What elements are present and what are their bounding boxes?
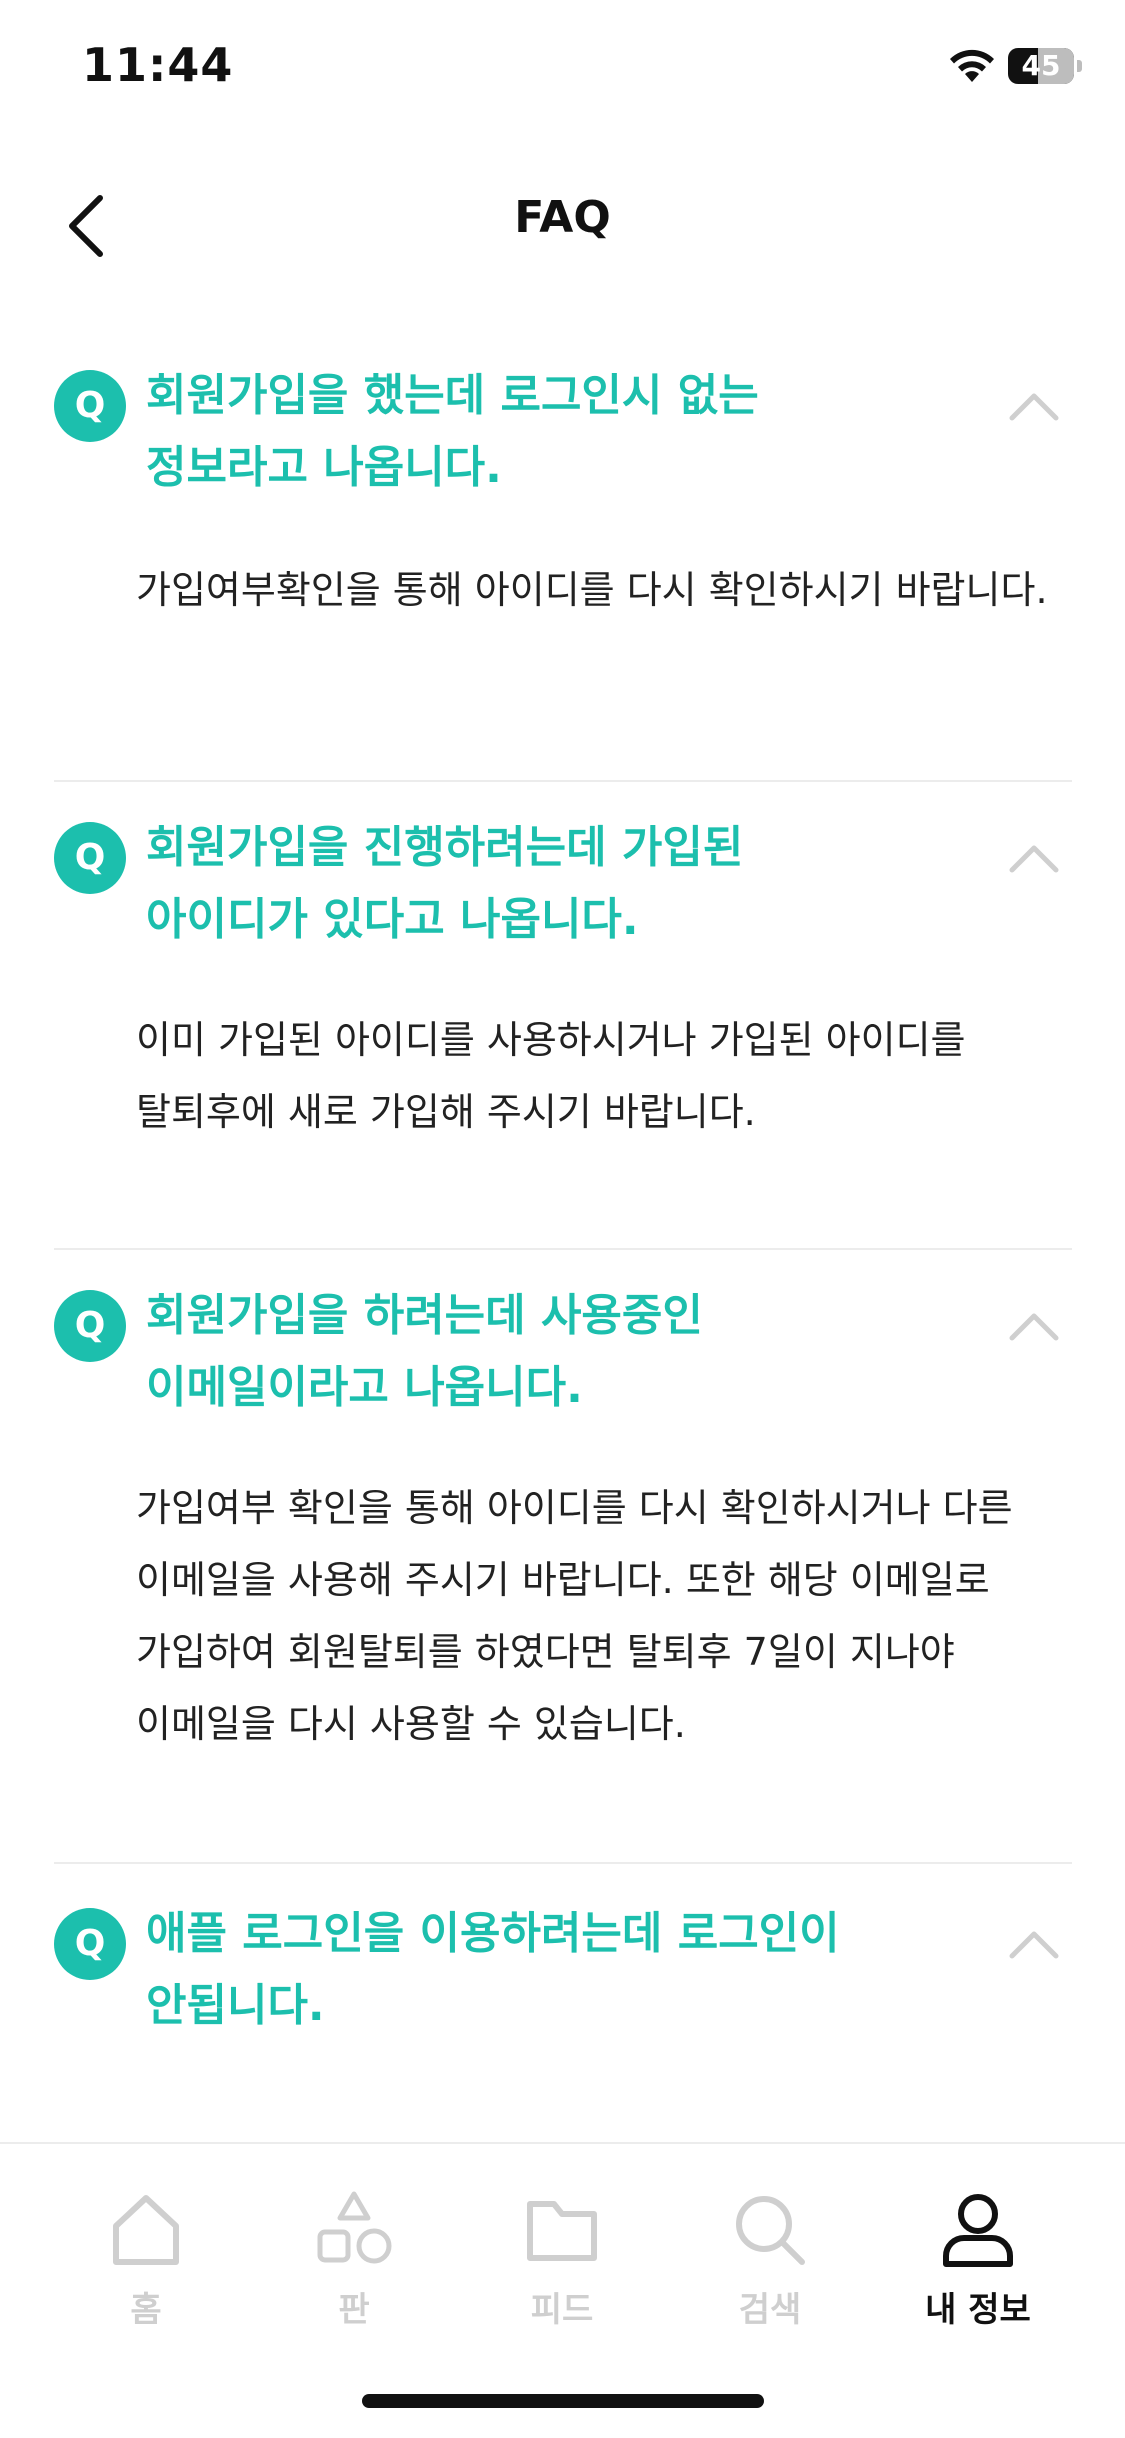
header: FAQ bbox=[0, 170, 1125, 280]
faq-answer: 가입여부확인을 통해 아이디를 다시 확인하시기 바랍니다. bbox=[136, 568, 1048, 612]
home-icon bbox=[113, 2195, 179, 2265]
nav-item-feed[interactable]: 피드 bbox=[482, 2188, 642, 2331]
faq-question-row[interactable]: Q 회원가입을 진행하려는데 가입된 아이디가 있다고 나옵니다. bbox=[54, 812, 1072, 956]
faq-item: Q 회원가입을 하려는데 사용중인 이메일이라고 나옵니다. 가입여부 확인을 … bbox=[54, 1250, 1072, 1864]
faq-item: Q 회원가입을 했는데 로그인시 없는 정보라고 나옵니다. 가입여부확인을 통… bbox=[54, 360, 1072, 782]
nav-item-board[interactable]: 판 bbox=[274, 2188, 434, 2331]
q-badge: Q bbox=[54, 822, 126, 894]
nav-label-board: 판 bbox=[338, 2290, 370, 2330]
home-indicator bbox=[362, 2394, 764, 2408]
search-icon bbox=[736, 2196, 805, 2265]
nav-label-home: 홈 bbox=[130, 2290, 162, 2330]
faq-question-row[interactable]: Q 회원가입을 했는데 로그인시 없는 정보라고 나옵니다. bbox=[54, 360, 1072, 504]
nav-label-feed: 피드 bbox=[530, 2290, 594, 2330]
nav-label-my-info: 내 정보 bbox=[925, 2290, 1031, 2330]
battery-nub bbox=[1077, 60, 1082, 72]
chevron-up-icon[interactable] bbox=[1004, 378, 1064, 438]
page-title: FAQ bbox=[514, 192, 611, 243]
user-icon bbox=[943, 2194, 1013, 2267]
wifi-icon bbox=[950, 49, 994, 82]
chevron-up-icon[interactable] bbox=[1004, 830, 1064, 890]
q-badge: Q bbox=[54, 1908, 126, 1980]
shapes-icon bbox=[317, 2191, 392, 2264]
nav-item-search[interactable]: 검색 bbox=[690, 2188, 850, 2331]
faq-question: 회원가입을 하려는데 사용중인 이메일이라고 나옵니다. bbox=[146, 1290, 703, 1413]
nav-item-my-info[interactable]: 내 정보 bbox=[898, 2188, 1058, 2331]
battery-icon: 45 bbox=[1008, 48, 1074, 84]
faq-question-row[interactable]: Q 회원가입을 하려는데 사용중인 이메일이라고 나옵니다. bbox=[54, 1280, 1072, 1424]
chevron-up-icon[interactable] bbox=[1004, 1916, 1064, 1976]
status-bar: 11:44 45 bbox=[0, 0, 1125, 130]
faq-item: Q 회원가입을 진행하려는데 가입된 아이디가 있다고 나옵니다. 이미 가입된… bbox=[54, 782, 1072, 1250]
faq-question-row[interactable]: Q 애플 로그인을 이용하려는데 로그인이 안됩니다. bbox=[54, 1898, 1072, 2042]
nav-label-search: 검색 bbox=[738, 2290, 802, 2330]
faq-question: 회원가입을 진행하려는데 가입된 아이디가 있다고 나옵니다. bbox=[146, 822, 744, 945]
q-badge: Q bbox=[54, 370, 126, 442]
chevron-up-icon[interactable] bbox=[1004, 1298, 1064, 1358]
faq-list: Q 회원가입을 했는데 로그인시 없는 정보라고 나옵니다. 가입여부확인을 통… bbox=[54, 360, 1072, 2042]
q-badge: Q bbox=[54, 1290, 126, 1362]
faq-item: Q 애플 로그인을 이용하려는데 로그인이 안됩니다. bbox=[54, 1864, 1072, 2042]
faq-answer: 가입여부 확인을 통해 아이디를 다시 확인하시거나 다른 이메일을 사용해 주… bbox=[136, 1486, 1013, 1746]
nav-item-home[interactable]: 홈 bbox=[66, 2188, 226, 2331]
faq-question: 회원가입을 했는데 로그인시 없는 정보라고 나옵니다. bbox=[146, 370, 759, 493]
battery-level: 45 bbox=[1021, 49, 1061, 82]
status-time: 11:44 bbox=[82, 38, 234, 92]
folder-icon bbox=[527, 2201, 597, 2261]
faq-answer: 이미 가입된 아이디를 사용하시거나 가입된 아이디를 탈퇴후에 새로 가입해 … bbox=[136, 1018, 966, 1134]
faq-question: 애플 로그인을 이용하려는데 로그인이 안됩니다. bbox=[146, 1908, 840, 2031]
